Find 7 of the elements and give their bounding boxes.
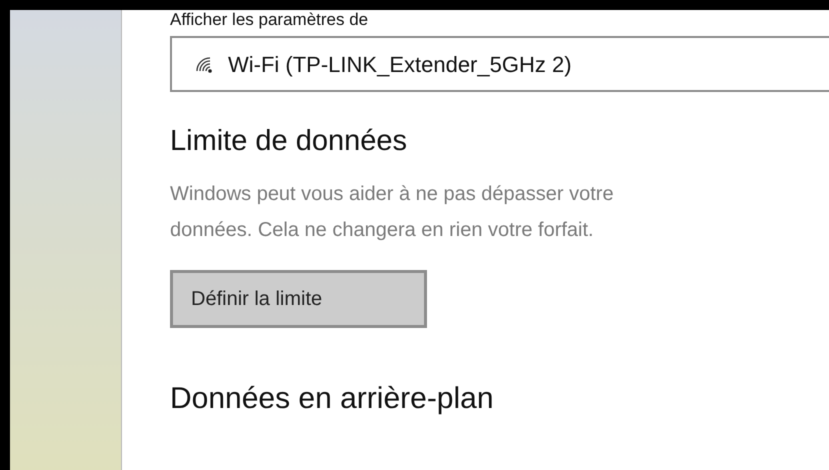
section-heading: Limite de données <box>170 124 408 158</box>
set-limit-button[interactable]: Définir la limite <box>170 270 427 328</box>
wifi-icon <box>194 55 214 73</box>
description-text: Windows peut vous aider à ne pas dépasser votre données. Cela ne changera en rien votre forfait. <box>170 182 615 243</box>
section-heading: Données en arrière-plan <box>170 382 495 416</box>
network-dropdown[interactable]: Wi-Fi (TP-LINK_Extender_5GHz 2) <box>170 36 829 92</box>
settings-label: Afficher les paramètres de <box>170 10 370 30</box>
